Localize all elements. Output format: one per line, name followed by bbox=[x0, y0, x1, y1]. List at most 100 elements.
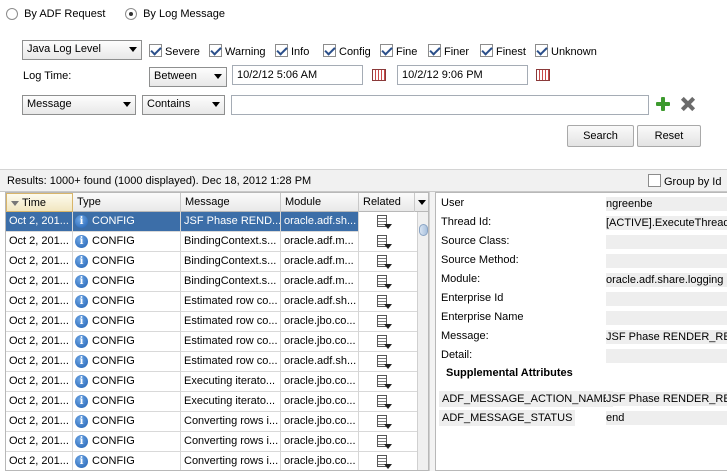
checkbox-warning[interactable]: Warning bbox=[209, 44, 266, 58]
cell-time: Oct 2, 201... bbox=[6, 412, 73, 432]
type-label: CONFIG bbox=[92, 255, 135, 267]
table-row[interactable]: Oct 2, 201... i CONFIG JSF Phase REND... ora… bbox=[6, 212, 417, 232]
related-log-icon[interactable] bbox=[377, 295, 392, 309]
checkbox-severe[interactable]: Severe bbox=[149, 44, 200, 58]
table-row[interactable]: Oct 2, 201... i CONFIG BindingContext.s... o… bbox=[6, 232, 417, 252]
info-icon: i bbox=[75, 375, 88, 388]
time-from-field[interactable]: 10/2/12 5:06 AM bbox=[232, 65, 363, 85]
related-log-icon[interactable] bbox=[377, 375, 392, 389]
cell-time: Oct 2, 201... bbox=[6, 252, 73, 272]
cell-type: i CONFIG bbox=[73, 452, 181, 470]
table-row[interactable]: Oct 2, 201... i CONFIG BindingContext.s... o… bbox=[6, 252, 417, 272]
checkbox-label: Config bbox=[339, 46, 371, 58]
checkbox-label: Severe bbox=[165, 46, 200, 58]
radio-by-adf-request[interactable]: By ADF Request bbox=[6, 8, 105, 21]
check-icon bbox=[323, 44, 336, 57]
cell-type: i CONFIG bbox=[73, 412, 181, 432]
cell-time: Oct 2, 201... bbox=[6, 452, 73, 470]
column-header-type[interactable]: Type bbox=[73, 193, 181, 212]
related-log-icon[interactable] bbox=[377, 355, 392, 369]
cell-related bbox=[359, 292, 417, 312]
table-row[interactable]: Oct 2, 201... i CONFIG Estimated row co... o… bbox=[6, 352, 417, 372]
column-header-message[interactable]: Message bbox=[181, 193, 281, 212]
info-icon: i bbox=[75, 295, 88, 308]
column-header-time[interactable]: Time bbox=[6, 193, 73, 212]
info-icon: i bbox=[75, 335, 88, 348]
radio-by-log-message[interactable]: By Log Message bbox=[125, 8, 225, 21]
checkbox-label: Unknown bbox=[551, 46, 597, 58]
time-to-field[interactable]: 10/2/12 9:06 PM bbox=[397, 65, 528, 85]
column-header-related[interactable]: Related bbox=[359, 193, 415, 212]
detail-label: Enterprise Name bbox=[441, 311, 524, 323]
column-label: Message bbox=[185, 196, 230, 208]
group-by-id-checkbox[interactable]: Group by Id bbox=[648, 174, 721, 188]
checkbox-finer[interactable]: Finer bbox=[428, 44, 469, 58]
cell-type: i CONFIG bbox=[73, 332, 181, 352]
type-label: CONFIG bbox=[92, 435, 135, 447]
add-condition-icon[interactable] bbox=[655, 96, 671, 112]
detail-label: Thread Id: bbox=[441, 216, 492, 228]
calendar-icon[interactable] bbox=[536, 69, 550, 81]
log-level-type-dropdown[interactable]: Java Log Level bbox=[22, 40, 142, 60]
info-icon: i bbox=[75, 275, 88, 288]
vertical-scrollbar[interactable] bbox=[417, 212, 428, 470]
info-icon: i bbox=[75, 355, 88, 368]
type-label: CONFIG bbox=[92, 375, 135, 387]
checkbox-label: Fine bbox=[396, 46, 418, 58]
related-log-icon[interactable] bbox=[377, 335, 392, 349]
log-time-label: Log Time: bbox=[23, 70, 72, 82]
related-log-icon[interactable] bbox=[377, 235, 392, 249]
checkbox-fine[interactable]: Fine bbox=[380, 44, 417, 58]
info-icon: i bbox=[75, 415, 88, 428]
detail-label: User bbox=[441, 197, 465, 209]
scrollbar-thumb[interactable] bbox=[419, 224, 428, 236]
table-row[interactable]: Oct 2, 201... i CONFIG Executing iterato...… bbox=[6, 392, 417, 412]
check-icon bbox=[535, 44, 548, 57]
operator-dropdown[interactable]: Contains bbox=[142, 95, 225, 115]
remove-condition-icon[interactable] bbox=[680, 96, 696, 112]
time-operator-dropdown[interactable]: Between bbox=[149, 67, 227, 87]
table-row[interactable]: Oct 2, 201... i CONFIG Estimated row co... o… bbox=[6, 332, 417, 352]
cell-message: Executing iterato... bbox=[181, 392, 281, 412]
column-label: Type bbox=[77, 196, 101, 208]
detail-value bbox=[606, 235, 727, 249]
cell-module: oracle.adf.m... bbox=[281, 272, 359, 292]
search-button[interactable]: Search bbox=[567, 125, 634, 147]
table-row[interactable]: Oct 2, 201... i CONFIG Converting rows i...… bbox=[6, 452, 417, 470]
checkbox-unknown[interactable]: Unknown bbox=[535, 44, 597, 58]
related-log-icon[interactable] bbox=[377, 215, 392, 229]
table-row[interactable]: Oct 2, 201... i CONFIG Executing iterato...… bbox=[6, 372, 417, 392]
table-row[interactable]: Oct 2, 201... i CONFIG Estimated row co... o… bbox=[6, 312, 417, 332]
checkbox-info[interactable]: Info bbox=[275, 44, 309, 58]
field-dropdown[interactable]: Message bbox=[22, 95, 136, 115]
related-log-icon[interactable] bbox=[377, 315, 392, 329]
detail-label: Message: bbox=[441, 330, 489, 342]
related-log-icon[interactable] bbox=[377, 435, 392, 449]
cell-type: i CONFIG bbox=[73, 312, 181, 332]
related-log-icon[interactable] bbox=[377, 415, 392, 429]
radio-circle bbox=[6, 8, 18, 21]
reset-button[interactable]: Reset bbox=[637, 125, 701, 147]
calendar-icon[interactable] bbox=[372, 69, 386, 81]
cell-module: oracle.adf.sh... bbox=[281, 212, 359, 232]
supplemental-label: ADF_MESSAGE_STATUS bbox=[439, 410, 576, 426]
field-value: 10/2/12 5:06 AM bbox=[237, 69, 318, 81]
table-row[interactable]: Oct 2, 201... i CONFIG BindingContext.s... o… bbox=[6, 272, 417, 292]
table-row[interactable]: Oct 2, 201... i CONFIG Converting rows i...… bbox=[6, 412, 417, 432]
related-log-icon[interactable] bbox=[377, 275, 392, 289]
cell-message: Estimated row co... bbox=[181, 292, 281, 312]
cell-related bbox=[359, 252, 417, 272]
dropdown-value: Between bbox=[154, 70, 197, 82]
column-menu-button[interactable] bbox=[415, 193, 428, 212]
table-row[interactable]: Oct 2, 201... i CONFIG Converting rows i...… bbox=[6, 432, 417, 452]
detail-value: ngreenbe bbox=[606, 197, 727, 211]
search-value-input[interactable] bbox=[231, 95, 649, 115]
column-header-module[interactable]: Module bbox=[281, 193, 359, 212]
checkbox-config[interactable]: Config bbox=[323, 44, 371, 58]
table-row[interactable]: Oct 2, 201... i CONFIG Estimated row co... o… bbox=[6, 292, 417, 312]
checkbox-finest[interactable]: Finest bbox=[480, 44, 526, 58]
related-log-icon[interactable] bbox=[377, 255, 392, 269]
type-label: CONFIG bbox=[92, 275, 135, 287]
related-log-icon[interactable] bbox=[377, 395, 392, 409]
related-log-icon[interactable] bbox=[377, 455, 392, 469]
